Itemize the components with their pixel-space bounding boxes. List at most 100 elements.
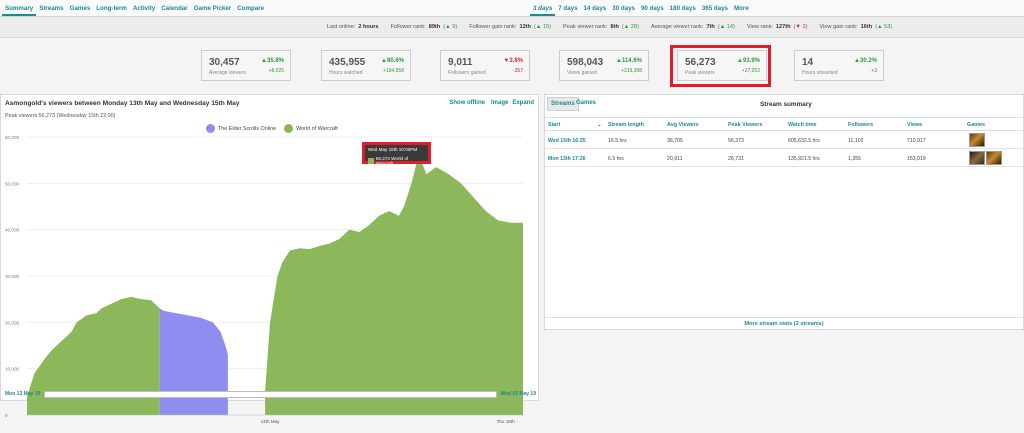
rank-up-delta: (▲ 14) (717, 24, 735, 30)
more-stream-stats-link[interactable]: More stream stats (2 streams) (545, 317, 1023, 329)
x-tick-label: 14th May (261, 419, 281, 424)
series-area-the-elder-scrolls-online[interactable] (159, 308, 228, 415)
legend-item-eso[interactable]: The Elder Scrolls Online (206, 124, 276, 133)
table-row[interactable]: Wed 15th 16:25 16.5 hrs 36,705 56,273 605,63… (545, 132, 1023, 149)
y-tick-label: 60,000 (5, 135, 19, 140)
tab-activity[interactable]: Activity (130, 3, 158, 16)
chart-navigator: Mon 13 May 19 Wed 15 May 19 (5, 389, 536, 399)
navigator-end: Wed 15 May 19 (500, 391, 536, 397)
legend-label-wow: World of Warcraft (296, 125, 338, 132)
stat-percent-value: 80.6% (386, 58, 404, 64)
column-header-views[interactable]: Views (907, 122, 922, 128)
rank-average-viewer-rank: Average viewer rank: 7th (▲ 14) (651, 24, 735, 30)
stat-value: 30,457 (209, 57, 240, 68)
rank-label: Last online: (326, 24, 356, 30)
rank-view-gain-rank: View gain rank: 16th (▲ 53) (820, 24, 893, 30)
game-thumbnail-wow[interactable] (969, 133, 985, 147)
stat-percent-value: 35.8% (266, 58, 284, 64)
stat-percent-change: ▲80.6% (381, 58, 404, 64)
image-link[interactable]: Image (491, 100, 508, 106)
stat-absolute-change: +194,558 (383, 68, 404, 74)
range-90-days[interactable]: 90 days (638, 3, 667, 16)
cell-peak: 26,731 (728, 156, 744, 162)
rank-value: 7th (706, 24, 715, 30)
rank-value: 16th (860, 24, 873, 30)
stat-percent-change: ▲114.6% (616, 58, 642, 64)
expand-link[interactable]: Expand (512, 100, 534, 106)
rank-label: View gain rank: (819, 24, 858, 30)
stat-value: 14 (802, 57, 814, 68)
stat-absolute-change: +3 (871, 68, 877, 74)
stat-card-average-viewers: 30,457 Average viewers ▲35.8% +8,025 (201, 50, 291, 81)
game-thumbnail-eso[interactable] (969, 151, 985, 165)
viewers-area-chart[interactable]: 0 10,000 20,000 30,000 40,000 50,000 60,000 14t… (1, 133, 538, 433)
rank-peak-viewer-rank: Peak viewer rank: 8th (▲ 28) (563, 24, 639, 30)
column-header-stream-length[interactable]: Stream length (608, 122, 644, 128)
cell-length: 6.5 hrs (608, 156, 624, 162)
column-header-start[interactable]: Start (548, 122, 560, 128)
tooltip-swatch (368, 158, 374, 164)
stat-percent-change: ▲30.2% (854, 58, 877, 64)
viewers-chart-panel: Asmongold's viewers between Monday 13th … (0, 94, 539, 424)
tab-games[interactable]: Games (67, 3, 94, 16)
stat-label: Average viewers (209, 70, 246, 76)
column-header-watch-time[interactable]: Watch time (788, 122, 817, 128)
table-row[interactable]: Mon 13th 17:26 6.5 hrs 20,911 26,731 135,921… (545, 150, 1023, 167)
tab-long-term[interactable]: Long-term (93, 3, 130, 16)
cell-followers: 11,102 (848, 138, 864, 144)
range-7-days[interactable]: 7 days (555, 3, 580, 16)
range-14-days[interactable]: 14 days (581, 3, 610, 16)
stat-percent-change: ▲35.8% (261, 58, 284, 64)
stat-label: Hours streamed (802, 70, 838, 76)
cell-start[interactable]: Wed 15th 16:25 (548, 138, 586, 144)
rank-up-delta: (▲ 53) (875, 24, 893, 30)
column-header-peak-viewers[interactable]: Peak Viewers (728, 122, 762, 128)
range-3-days[interactable]: 3 days (530, 3, 556, 16)
chart-links: Show offline Image Expand (449, 100, 534, 106)
column-header-avg-viewers[interactable]: Avg Viewers (667, 122, 699, 128)
stat-percent-value: 3.8% (509, 58, 523, 64)
stat-label: Views gained (567, 70, 597, 76)
range-180-days[interactable]: 180 days (667, 3, 699, 16)
column-header-games[interactable]: Games (967, 122, 985, 128)
tab-games[interactable]: Games (573, 97, 599, 109)
y-tick-label: 20,000 (5, 320, 19, 325)
stat-card-hours-streamed: 14 Hours streamed ▲30.2% +3 (794, 50, 884, 81)
stream-summary-title: Stream summary (760, 101, 812, 108)
cell-start[interactable]: Mon 13th 17:26 (548, 156, 585, 162)
show-offline-link[interactable]: Show offline (449, 100, 485, 106)
tab-calendar[interactable]: Calendar (158, 3, 190, 16)
tab-summary[interactable]: Summary (2, 3, 37, 16)
navigator-bar[interactable] (44, 390, 497, 398)
chart-legend: The Elder Scrolls Online World of Warcra… (206, 124, 338, 133)
rank-up-delta: (▲ 28) (621, 24, 639, 30)
stat-card-views-gained: 598,043 Views gained ▲114.6% +319,398 (559, 50, 649, 81)
stat-label: Hours watched (329, 70, 363, 76)
rank-label: View rank: (746, 24, 773, 30)
rank-value: 8th (610, 24, 619, 30)
chart-subtitle: Peak viewers 56,273 (Wednesday 15th 22:0… (5, 113, 116, 119)
range-more[interactable]: More (731, 3, 752, 16)
range-365-days[interactable]: 365 days (699, 3, 731, 16)
series-area-world-of-warcraft[interactable] (265, 154, 523, 415)
legend-label-eso: The Elder Scrolls Online (218, 125, 277, 132)
y-tick-label: 30,000 (5, 274, 19, 279)
rank-value: 2 hours (358, 24, 379, 30)
cell-followers: 1,355 (848, 156, 861, 162)
sort-chevron-icon[interactable]: ⌄ (597, 122, 602, 128)
tab-game-picker[interactable]: Game Picker (191, 3, 235, 16)
column-header-followers[interactable]: Followers (848, 122, 873, 128)
legend-item-wow[interactable]: World of Warcraft (284, 124, 338, 133)
stat-label: Followers gained (448, 70, 486, 76)
rank-value: 12th (519, 24, 531, 30)
tab-streams[interactable]: Streams (36, 3, 66, 16)
game-thumbnail-wow[interactable] (986, 151, 1002, 165)
rank-last-online: Last online: 2 hours (327, 24, 379, 30)
table-header: Start Stream length Avg Viewers Peak Viewer… (545, 117, 1023, 131)
tab-compare[interactable]: Compare (234, 3, 267, 16)
stat-absolute-change: -357 (512, 68, 523, 74)
arrow-up-icon: (▲ (533, 24, 543, 30)
range-30-days[interactable]: 30 days (609, 3, 638, 16)
cell-avg: 36,705 (667, 138, 683, 144)
x-tick-label: Thu 16th (497, 419, 516, 424)
